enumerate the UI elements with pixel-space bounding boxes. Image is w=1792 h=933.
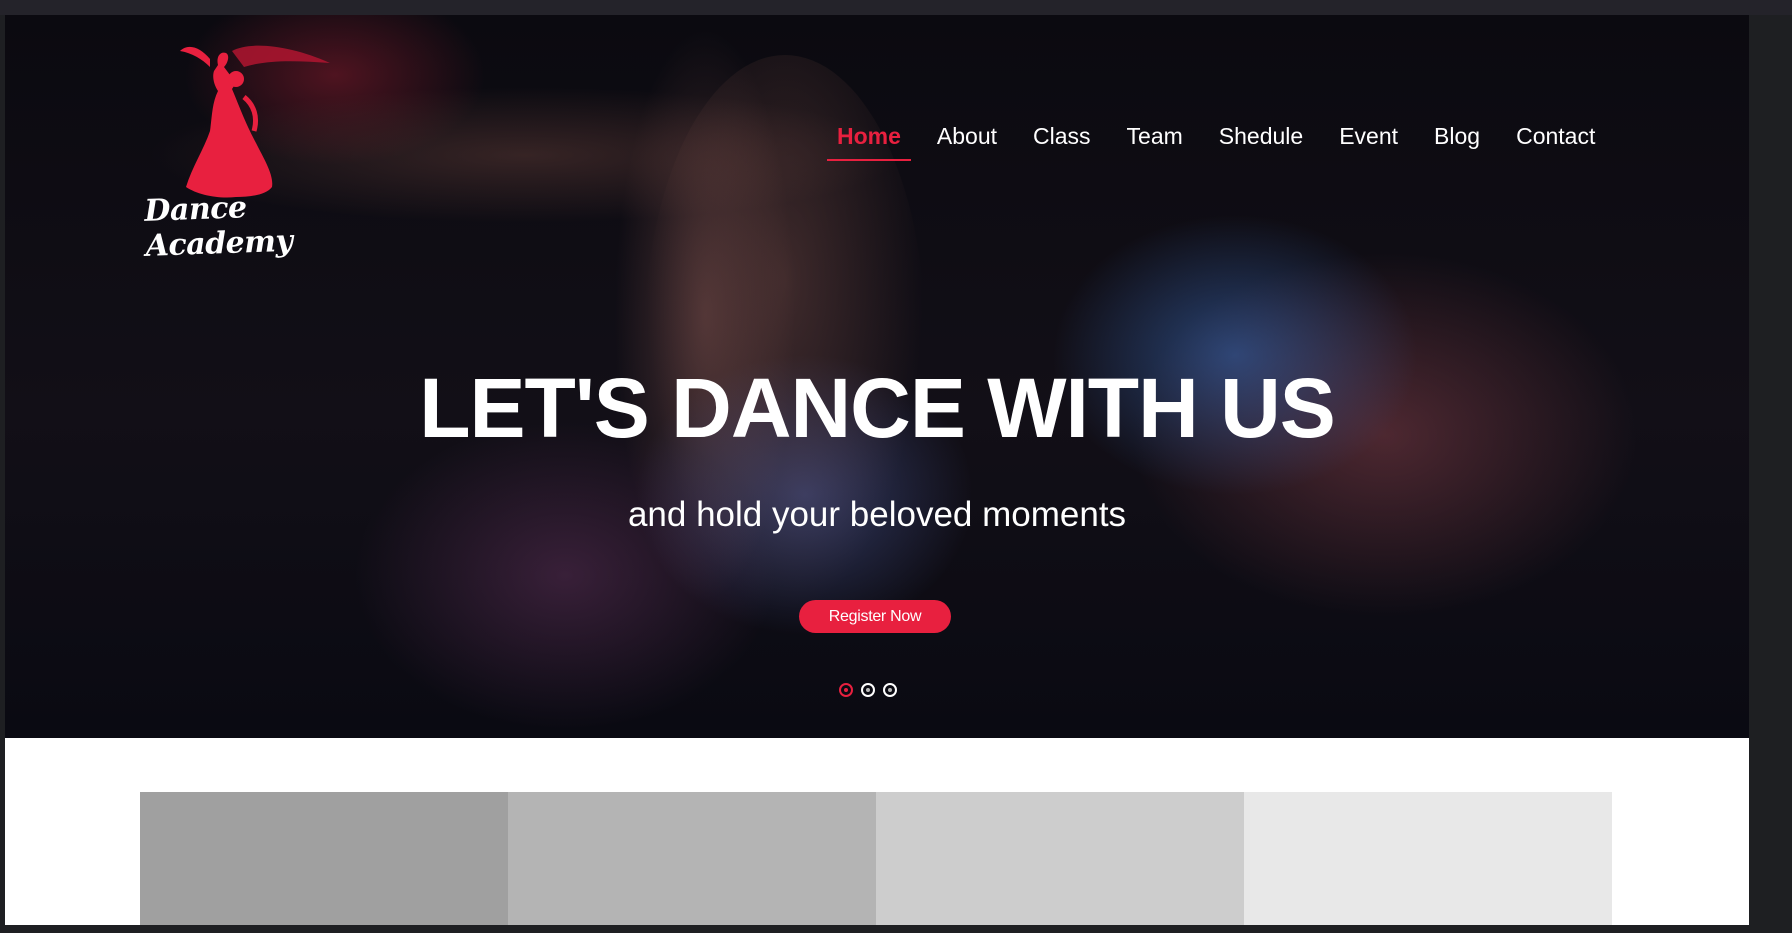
gallery-tile-1[interactable] <box>140 792 508 925</box>
gallery-tile-2[interactable] <box>508 792 876 925</box>
page: Dance Academy Home About Class Team Shed… <box>5 15 1749 925</box>
nav-item-blog[interactable]: Blog <box>1416 119 1498 169</box>
window-bottom-margin <box>0 925 1792 933</box>
hero-headline: LET'S DANCE WITH US <box>419 361 1336 455</box>
gallery-tile-3[interactable] <box>876 792 1244 925</box>
window-top-bar <box>0 0 1792 15</box>
brand-logo-text[interactable]: Dance Academy <box>144 186 366 264</box>
nav-item-about[interactable]: About <box>919 119 1015 169</box>
hero-subheadline: and hold your beloved moments <box>627 495 1127 534</box>
slider-dot-3[interactable] <box>883 683 897 697</box>
slider-pagination <box>839 683 897 697</box>
nav-item-schedule[interactable]: Shedule <box>1201 119 1321 169</box>
gallery-strip <box>140 792 1612 925</box>
window-right-margin <box>1749 15 1792 933</box>
slider-dot-1[interactable] <box>839 683 853 697</box>
nav-item-event[interactable]: Event <box>1321 119 1416 169</box>
register-now-button[interactable]: Register Now <box>799 600 951 633</box>
main-nav: Home About Class Team Shedule Event Blog… <box>819 119 1613 169</box>
nav-item-team[interactable]: Team <box>1109 119 1201 169</box>
gallery-tile-4[interactable] <box>1244 792 1612 925</box>
nav-item-home[interactable]: Home <box>819 119 919 169</box>
nav-item-class[interactable]: Class <box>1015 119 1109 169</box>
hero-slider: Dance Academy Home About Class Team Shed… <box>5 15 1749 738</box>
slider-dot-2[interactable] <box>861 683 875 697</box>
nav-item-contact[interactable]: Contact <box>1498 119 1613 169</box>
